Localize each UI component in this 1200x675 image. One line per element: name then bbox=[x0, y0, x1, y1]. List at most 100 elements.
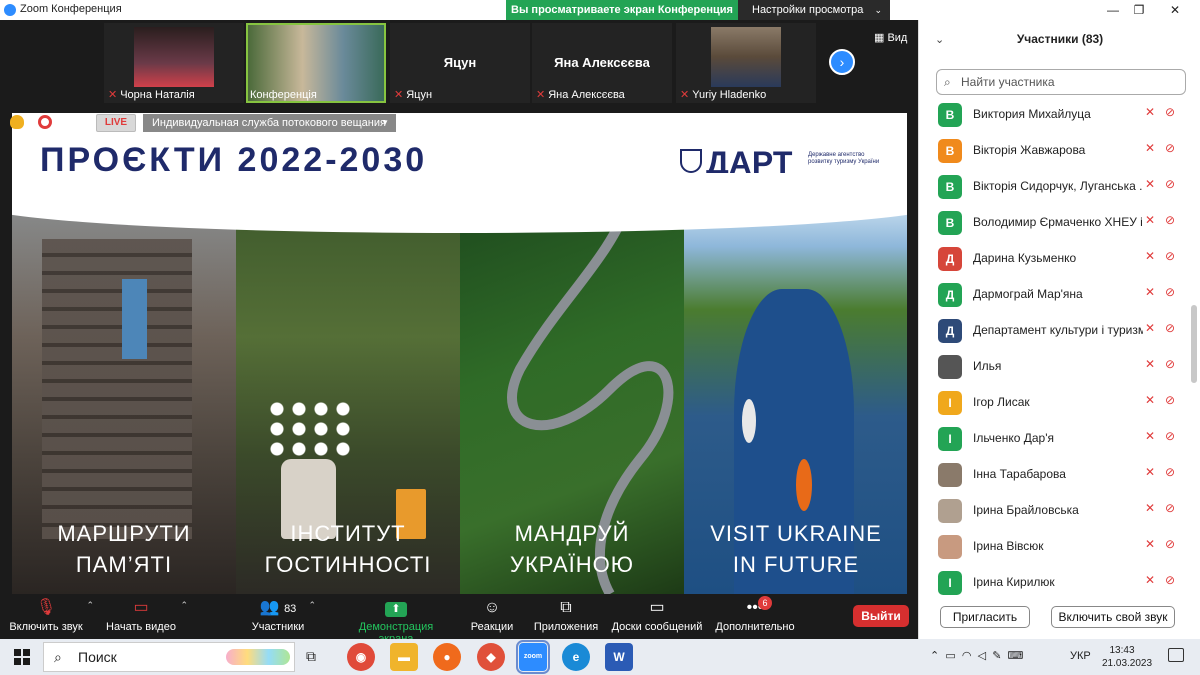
view-button[interactable]: ▦ Вид bbox=[874, 31, 907, 44]
share-screen-button[interactable]: ⬆ Демонстрация экрана bbox=[340, 594, 452, 645]
video-off-icon[interactable]: ⊘ bbox=[1165, 141, 1175, 155]
video-off-icon[interactable]: ⊘ bbox=[1165, 105, 1175, 119]
video-off-icon[interactable]: ⊘ bbox=[1165, 501, 1175, 515]
video-off-icon[interactable]: ⊘ bbox=[1165, 573, 1175, 587]
reactions-button[interactable]: ☺ Реакции bbox=[470, 594, 514, 639]
close-button[interactable]: ✕ bbox=[1160, 0, 1190, 20]
participant-row[interactable]: Ірина Вівсюк ✕ ⊘ bbox=[919, 529, 1189, 565]
participant-row[interactable]: В Вікторія Сидорчук, Луганська ... ✕ ⊘ bbox=[919, 169, 1189, 205]
taskbar-search-box[interactable]: ⌕ Поиск bbox=[43, 642, 295, 672]
task-view-icon[interactable]: ⧉ bbox=[306, 648, 316, 665]
participant-row[interactable]: І Ільченко Дар'я ✕ ⊘ bbox=[919, 421, 1189, 457]
taskbar-app-chrome-icon[interactable]: ◉ bbox=[347, 643, 375, 671]
unmute-self-button[interactable]: Включить свой звук bbox=[1051, 606, 1175, 628]
tile-name-tag: ✕ Чорна Наталія bbox=[108, 89, 195, 101]
participant-row[interactable]: Д Дармограй Мар'яна ✕ ⊘ bbox=[919, 277, 1189, 313]
video-off-icon[interactable]: ⊘ bbox=[1165, 393, 1175, 407]
video-off-icon[interactable]: ⊘ bbox=[1165, 321, 1175, 335]
participant-name: Вікторія Сидорчук, Луганська ... bbox=[973, 179, 1143, 193]
chevron-up-icon[interactable]: ⌃ bbox=[930, 650, 939, 662]
taskbar-app-zoom-icon[interactable]: zoom bbox=[516, 640, 550, 674]
video-tile[interactable]: Яцун ✕ Яцун bbox=[390, 23, 530, 103]
taskbar-app-firefox-icon[interactable]: ● bbox=[433, 643, 461, 671]
mic-muted-icon[interactable]: ✕ bbox=[1145, 177, 1155, 191]
mic-muted-icon[interactable]: ✕ bbox=[1145, 537, 1155, 551]
video-off-icon[interactable]: ⊘ bbox=[1165, 213, 1175, 227]
taskbar-app-word-icon[interactable]: W bbox=[605, 643, 633, 671]
live-badge[interactable]: LIVE bbox=[96, 114, 136, 132]
mic-muted-icon[interactable]: ✕ bbox=[1145, 393, 1155, 407]
clock-date: 21.03.2023 bbox=[1102, 658, 1153, 669]
mic-muted-icon[interactable]: ✕ bbox=[1145, 105, 1155, 119]
next-page-button[interactable]: › bbox=[829, 49, 855, 75]
unmute-button[interactable]: 🎙 Включить звук ⌃ bbox=[8, 594, 94, 639]
video-tile[interactable]: Яна Алексєєва ✕ Яна Алексєєва bbox=[532, 23, 672, 103]
taskbar-clock[interactable]: 13:43 21.03.2023 bbox=[1102, 644, 1153, 670]
mic-muted-icon[interactable]: ✕ bbox=[1145, 141, 1155, 155]
video-tile[interactable]: ✕ Чорна Наталія bbox=[104, 23, 244, 103]
mic-muted-icon[interactable]: ✕ bbox=[1145, 429, 1155, 443]
mic-muted-icon[interactable]: ✕ bbox=[1145, 465, 1155, 479]
recording-icon[interactable] bbox=[38, 115, 52, 129]
leave-button[interactable]: Выйти bbox=[853, 605, 909, 627]
participant-row[interactable]: І Ігор Лисак ✕ ⊘ bbox=[919, 385, 1189, 421]
mic-muted-icon[interactable]: ✕ bbox=[1145, 573, 1155, 587]
video-off-icon[interactable]: ⊘ bbox=[1165, 537, 1175, 551]
caret-up-icon[interactable]: ⌃ bbox=[308, 600, 316, 611]
start-video-button[interactable]: ▭ Начать видео ⌃ bbox=[104, 594, 188, 639]
input-language[interactable]: УКР bbox=[1070, 650, 1091, 662]
whiteboards-button[interactable]: ▭ Доски сообщений bbox=[610, 594, 704, 639]
participant-row[interactable]: В Володимир Єрмаченко ХНЕУ і... ✕ ⊘ bbox=[919, 205, 1189, 241]
apps-button[interactable]: ⧉ Приложения bbox=[532, 594, 600, 639]
participant-row[interactable]: Илья ✕ ⊘ bbox=[919, 349, 1189, 385]
mic-muted-icon[interactable]: ✕ bbox=[1145, 321, 1155, 335]
taskbar-app-app-icon[interactable]: ◆ bbox=[477, 643, 505, 671]
maximize-button[interactable]: ❐ bbox=[1124, 0, 1154, 20]
system-tray[interactable]: ⌃ ▭ ◠ ◁ ✎ ⌨ bbox=[930, 649, 1023, 662]
video-off-icon[interactable]: ⊘ bbox=[1165, 357, 1175, 371]
stream-service-dropdown[interactable]: Индивидуальная служба потокового вещания… bbox=[143, 114, 396, 132]
mic-muted-icon[interactable]: ✕ bbox=[1145, 213, 1155, 227]
invite-button[interactable]: Пригласить bbox=[940, 606, 1030, 628]
video-off-icon[interactable]: ⊘ bbox=[1165, 429, 1175, 443]
participant-row[interactable]: В Виктория Михайлуца ✕ ⊘ bbox=[919, 97, 1189, 133]
taskbar-app-explorer-icon[interactable]: ▬ bbox=[390, 643, 418, 671]
participant-row[interactable]: Д Департамент культури і туризму П...✕ ⊘ bbox=[919, 313, 1189, 349]
participant-row[interactable]: В Вікторія Жавжарова ✕ ⊘ bbox=[919, 133, 1189, 169]
mic-muted-icon[interactable]: ✕ bbox=[1145, 249, 1155, 263]
keyboard-icon[interactable]: ⌨ bbox=[1008, 650, 1024, 662]
view-settings-button[interactable]: Настройки просмотра ⌄ bbox=[738, 0, 890, 20]
panel-caption: VISIT UKRAINE IN FUTURE bbox=[710, 521, 882, 577]
taskbar-app-edge-icon[interactable]: e bbox=[562, 643, 590, 671]
participant-name: Ірина Вівсюк bbox=[973, 539, 1044, 553]
view-settings-label: Настройки просмотра bbox=[752, 4, 864, 16]
participant-row[interactable]: Д Дарина Кузьменко ✕ ⊘ bbox=[919, 241, 1189, 277]
shield-icon[interactable] bbox=[10, 115, 24, 129]
caret-up-icon[interactable]: ⌃ bbox=[86, 600, 94, 611]
mic-muted-icon[interactable]: ✕ bbox=[1145, 357, 1155, 371]
mic-muted-icon[interactable]: ✕ bbox=[1145, 501, 1155, 515]
participants-scrollbar[interactable] bbox=[1191, 305, 1197, 383]
volume-icon[interactable]: ◁ bbox=[978, 650, 986, 662]
participants-button[interactable]: 👥 83 Участники ⌃ bbox=[250, 594, 316, 639]
network-icon[interactable]: ◠ bbox=[962, 650, 972, 662]
participant-row[interactable]: І Ірина Кирилюк ✕ ⊘ bbox=[919, 565, 1189, 601]
more-button[interactable]: ••• 6 Дополнительно bbox=[714, 594, 796, 639]
battery-icon[interactable]: ▭ bbox=[945, 650, 955, 662]
video-off-icon[interactable]: ⊘ bbox=[1165, 285, 1175, 299]
participant-search-input[interactable]: ⌕ Найти участника bbox=[936, 69, 1186, 95]
video-off-icon[interactable]: ⊘ bbox=[1165, 249, 1175, 263]
mic-muted-icon[interactable]: ✕ bbox=[1145, 285, 1155, 299]
caret-up-icon[interactable]: ⌃ bbox=[180, 600, 188, 611]
windows-start-icon[interactable] bbox=[14, 649, 30, 665]
video-off-icon[interactable]: ⊘ bbox=[1165, 465, 1175, 479]
video-off-icon[interactable]: ⊘ bbox=[1165, 177, 1175, 191]
pen-icon[interactable]: ✎ bbox=[992, 650, 1001, 662]
participant-row[interactable]: Ірина Брайловська ✕ ⊘ bbox=[919, 493, 1189, 529]
participant-name: Ігор Лисак bbox=[973, 395, 1030, 409]
caret-down-icon: ▼ bbox=[381, 118, 389, 127]
participant-row[interactable]: Інна Тарабарова ✕ ⊘ bbox=[919, 457, 1189, 493]
notification-center-icon[interactable] bbox=[1168, 648, 1184, 662]
video-tile-active[interactable]: Конференція bbox=[246, 23, 386, 103]
video-tile[interactable]: ✕ Yuriy Hladenko bbox=[676, 23, 816, 103]
